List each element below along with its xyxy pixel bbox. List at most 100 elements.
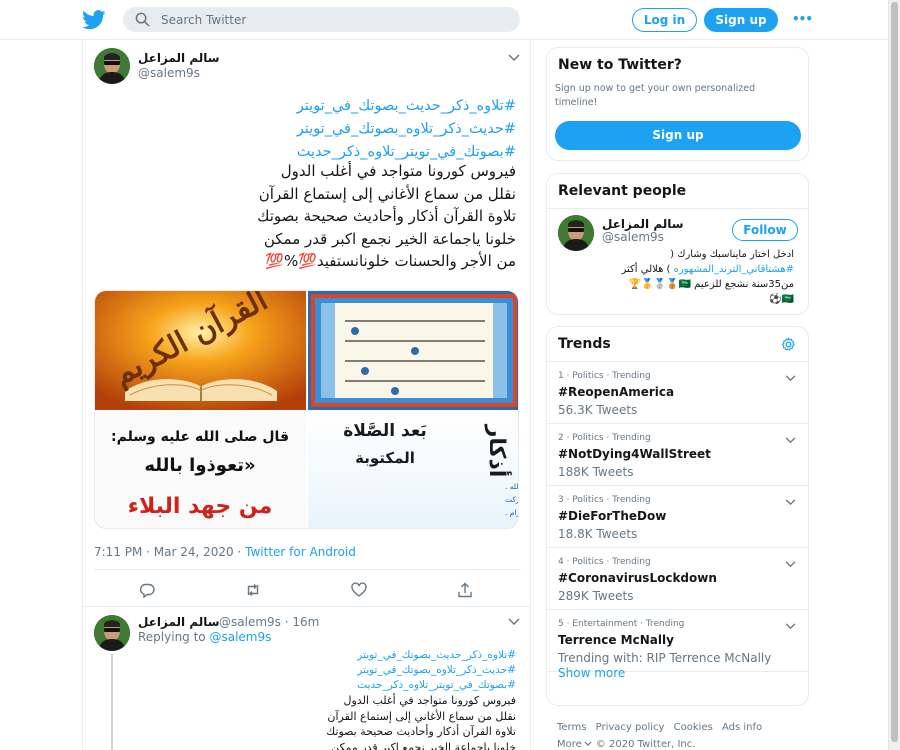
person-avatar[interactable]: [558, 215, 594, 251]
media-text-azkar-3: المكتوبة: [355, 449, 415, 467]
chevron-down-icon[interactable]: [584, 741, 592, 747]
media-image-hadith[interactable]: قال صلى الله عليه وسلم: «تعوذوا بالله من…: [95, 412, 306, 529]
share-icon[interactable]: [457, 582, 473, 598]
tweet-meta: 7:11 PM · Mar 24, 2020 · Twitter for And…: [94, 545, 356, 559]
chevron-down-icon[interactable]: [785, 499, 796, 506]
twitter-logo-icon[interactable]: [82, 9, 106, 31]
media-text-azkar-6: يا ذا الجلال والإكرام .: [505, 508, 519, 517]
hashtag-link[interactable]: #تلاوه_ذكر_حديث_بصوتك_في_تويتر: [297, 95, 516, 118]
scrollbar-thumb[interactable]: [891, 2, 898, 742]
media-text-azkar-5: • اللهم أنت السلام ، ومنك السلام ، تبارك…: [505, 494, 519, 504]
follow-button[interactable]: Follow: [732, 219, 798, 241]
retweet-icon[interactable]: [245, 582, 261, 598]
signup-button[interactable]: Sign up: [704, 8, 778, 32]
reply-author-avatar[interactable]: [94, 615, 130, 651]
avatar-image: [94, 615, 130, 651]
divider: [83, 606, 530, 607]
thread-line: [111, 654, 113, 750]
trend-name: #DieForTheDow: [558, 509, 667, 523]
trends-title: Trends: [558, 336, 611, 352]
author-name[interactable]: سالم المزاعل: [138, 51, 220, 65]
hashtag-link[interactable]: #بصوتك_في_تويتر_تلاوه_ذكر_حديث: [357, 678, 516, 693]
reply-handle-time[interactable]: @salem9s · 16m: [219, 615, 319, 629]
chevron-down-icon[interactable]: [785, 437, 796, 444]
author-handle[interactable]: @salem9s: [138, 66, 200, 80]
hashtag-link[interactable]: #حديث_ذكر_تلاوه_بصوتك_في_تويتر: [357, 663, 516, 678]
author-avatar[interactable]: [94, 48, 130, 84]
reply-icon[interactable]: [139, 582, 155, 598]
trend-context: 1 · Politics · Trending: [558, 371, 651, 381]
replying-to-label: Replying to: [138, 630, 210, 644]
chevron-down-icon[interactable]: [785, 375, 796, 382]
hashtag-link[interactable]: #حديث_ذكر_تلاوه_بصوتك_في_تويتر: [297, 118, 516, 141]
tweet-source-link[interactable]: Twitter for Android: [245, 545, 356, 559]
bio-line: ادخل اختار مايناسبك وشارك (: [670, 249, 794, 260]
reply-author-name[interactable]: سالم المزاعل: [138, 615, 220, 629]
bio-text: ) هلالي أكثر: [621, 264, 674, 275]
trend-item[interactable]: 5 · Entertainment · Trending Terrence Mc…: [547, 610, 808, 672]
trend-count: 18.8K Tweets: [558, 527, 638, 541]
search-input[interactable]: [161, 9, 501, 30]
footer-more-link[interactable]: More: [557, 739, 582, 750]
replying-to-handle[interactable]: @salem9s: [209, 630, 271, 644]
tweet-line: خلونا ياجماعة الخير نجمع اكبر قدر ممكن: [263, 229, 516, 248]
settings-gear-icon[interactable]: [781, 337, 796, 352]
person-handle[interactable]: @salem9s: [602, 230, 664, 244]
page-scrollbar[interactable]: [888, 0, 900, 750]
bio-hashtag-link[interactable]: #هشتاقاتي_الترند_المشهوره: [674, 264, 794, 275]
media-text-azkar-4: • أستغفر الله ، أستغفر الله ، أستغفر الل…: [505, 481, 519, 491]
search-box[interactable]: [123, 7, 520, 32]
tweet-media-grid[interactable]: القرآن الكريم قال صلى الله عليه وسلم: «ت…: [94, 290, 519, 529]
new-to-twitter-desc: Sign up now to get your own personalized…: [555, 83, 756, 108]
trend-item[interactable]: 1 · Politics · Trending #ReopenAmerica 5…: [547, 362, 808, 424]
chevron-down-icon[interactable]: [508, 618, 520, 626]
trend-context: 5 · Entertainment · Trending: [558, 619, 685, 629]
media-text-hadith-1: قال صلى الله عليه وسلم:: [111, 429, 289, 445]
media-image-quran-page[interactable]: [308, 291, 519, 410]
hashtag-link[interactable]: #تلاوه_ذكر_حديث_بصوتك_في_تويتر: [357, 648, 516, 663]
trends-card: Trends 1 · Politics · Trending #ReopenAm…: [546, 326, 809, 706]
person-name[interactable]: سالم المزاعل: [602, 217, 684, 231]
trend-name: #CoronavirusLockdown: [558, 571, 717, 585]
media-image-azkar[interactable]: أذكار بَعد الصَّلاة المكتوبة • أستغفر ال…: [308, 412, 519, 529]
footer-terms-link[interactable]: Terms: [557, 722, 586, 733]
trend-item[interactable]: 4 · Politics · Trending #CoronavirusLock…: [547, 548, 808, 610]
footer-copyright: © 2020 Twitter, Inc.: [595, 739, 696, 750]
trend-item[interactable]: 2 · Politics · Trending #NotDying4WallSt…: [547, 424, 808, 486]
chevron-down-icon[interactable]: [785, 623, 796, 630]
trend-context: 4 · Politics · Trending: [558, 557, 651, 567]
login-button[interactable]: Log in: [632, 8, 697, 32]
more-options-button[interactable]: •••: [792, 12, 813, 26]
trend-context: 2 · Politics · Trending: [558, 433, 651, 443]
tweet-hashtags: #تلاوه_ذكر_حديث_بصوتك_في_تويتر #حديث_ذكر…: [297, 95, 516, 164]
tweet-timestamp[interactable]: 7:11 PM · Mar 24, 2020: [94, 545, 234, 559]
tweet-line: تلاوة القرآن أذكار وأحاديث صحيحة بصوتك: [257, 207, 516, 225]
trend-name: #NotDying4WallStreet: [558, 447, 711, 461]
sidebar-signup-button[interactable]: Sign up: [555, 121, 801, 150]
media-text-azkar-2: بَعد الصَّلاة: [343, 421, 427, 441]
like-icon[interactable]: [351, 582, 367, 598]
trend-item[interactable]: 3 · Politics · Trending #DieForTheDow 18…: [547, 486, 808, 548]
trend-name: Terrence McNally: [558, 633, 674, 647]
footer-privacy-link[interactable]: Privacy policy: [596, 722, 665, 733]
trend-count: 56.3K Tweets: [558, 403, 638, 417]
media-text-azkar-1: أذكار: [484, 424, 513, 478]
divider: [94, 569, 521, 570]
bio-line: #هشتاقاتي_الترند_المشهوره ) هلالي أكثر: [554, 262, 795, 277]
relevant-people-card: Relevant people سالم المزاعل @salem9s Fo…: [546, 173, 809, 315]
chevron-down-icon[interactable]: [785, 561, 796, 568]
avatar-image: [94, 48, 130, 84]
chevron-down-icon[interactable]: [508, 54, 520, 62]
tweet-line: فيروس كورونا متواجد في أغلب الدول: [343, 694, 516, 707]
replying-to: Replying to @salem9s: [138, 630, 271, 644]
show-more-link[interactable]: Show more: [558, 666, 625, 680]
media-text-hadith-2: «تعوذوا بالله: [144, 455, 255, 476]
media-image-quran[interactable]: القرآن الكريم: [95, 291, 306, 410]
footer-ads-info-link[interactable]: Ads info: [722, 722, 762, 733]
trend-count: 289K Tweets: [558, 589, 634, 603]
tweet-line: تلاوة القرآن أذكار وأحاديث صحيحة بصوتك: [326, 725, 516, 738]
divider: [547, 208, 808, 209]
bio-line: 🇸🇦⚽: [769, 294, 794, 305]
top-navigation-bar: Log in Sign up •••: [0, 0, 888, 40]
footer-cookies-link[interactable]: Cookies: [674, 722, 713, 733]
